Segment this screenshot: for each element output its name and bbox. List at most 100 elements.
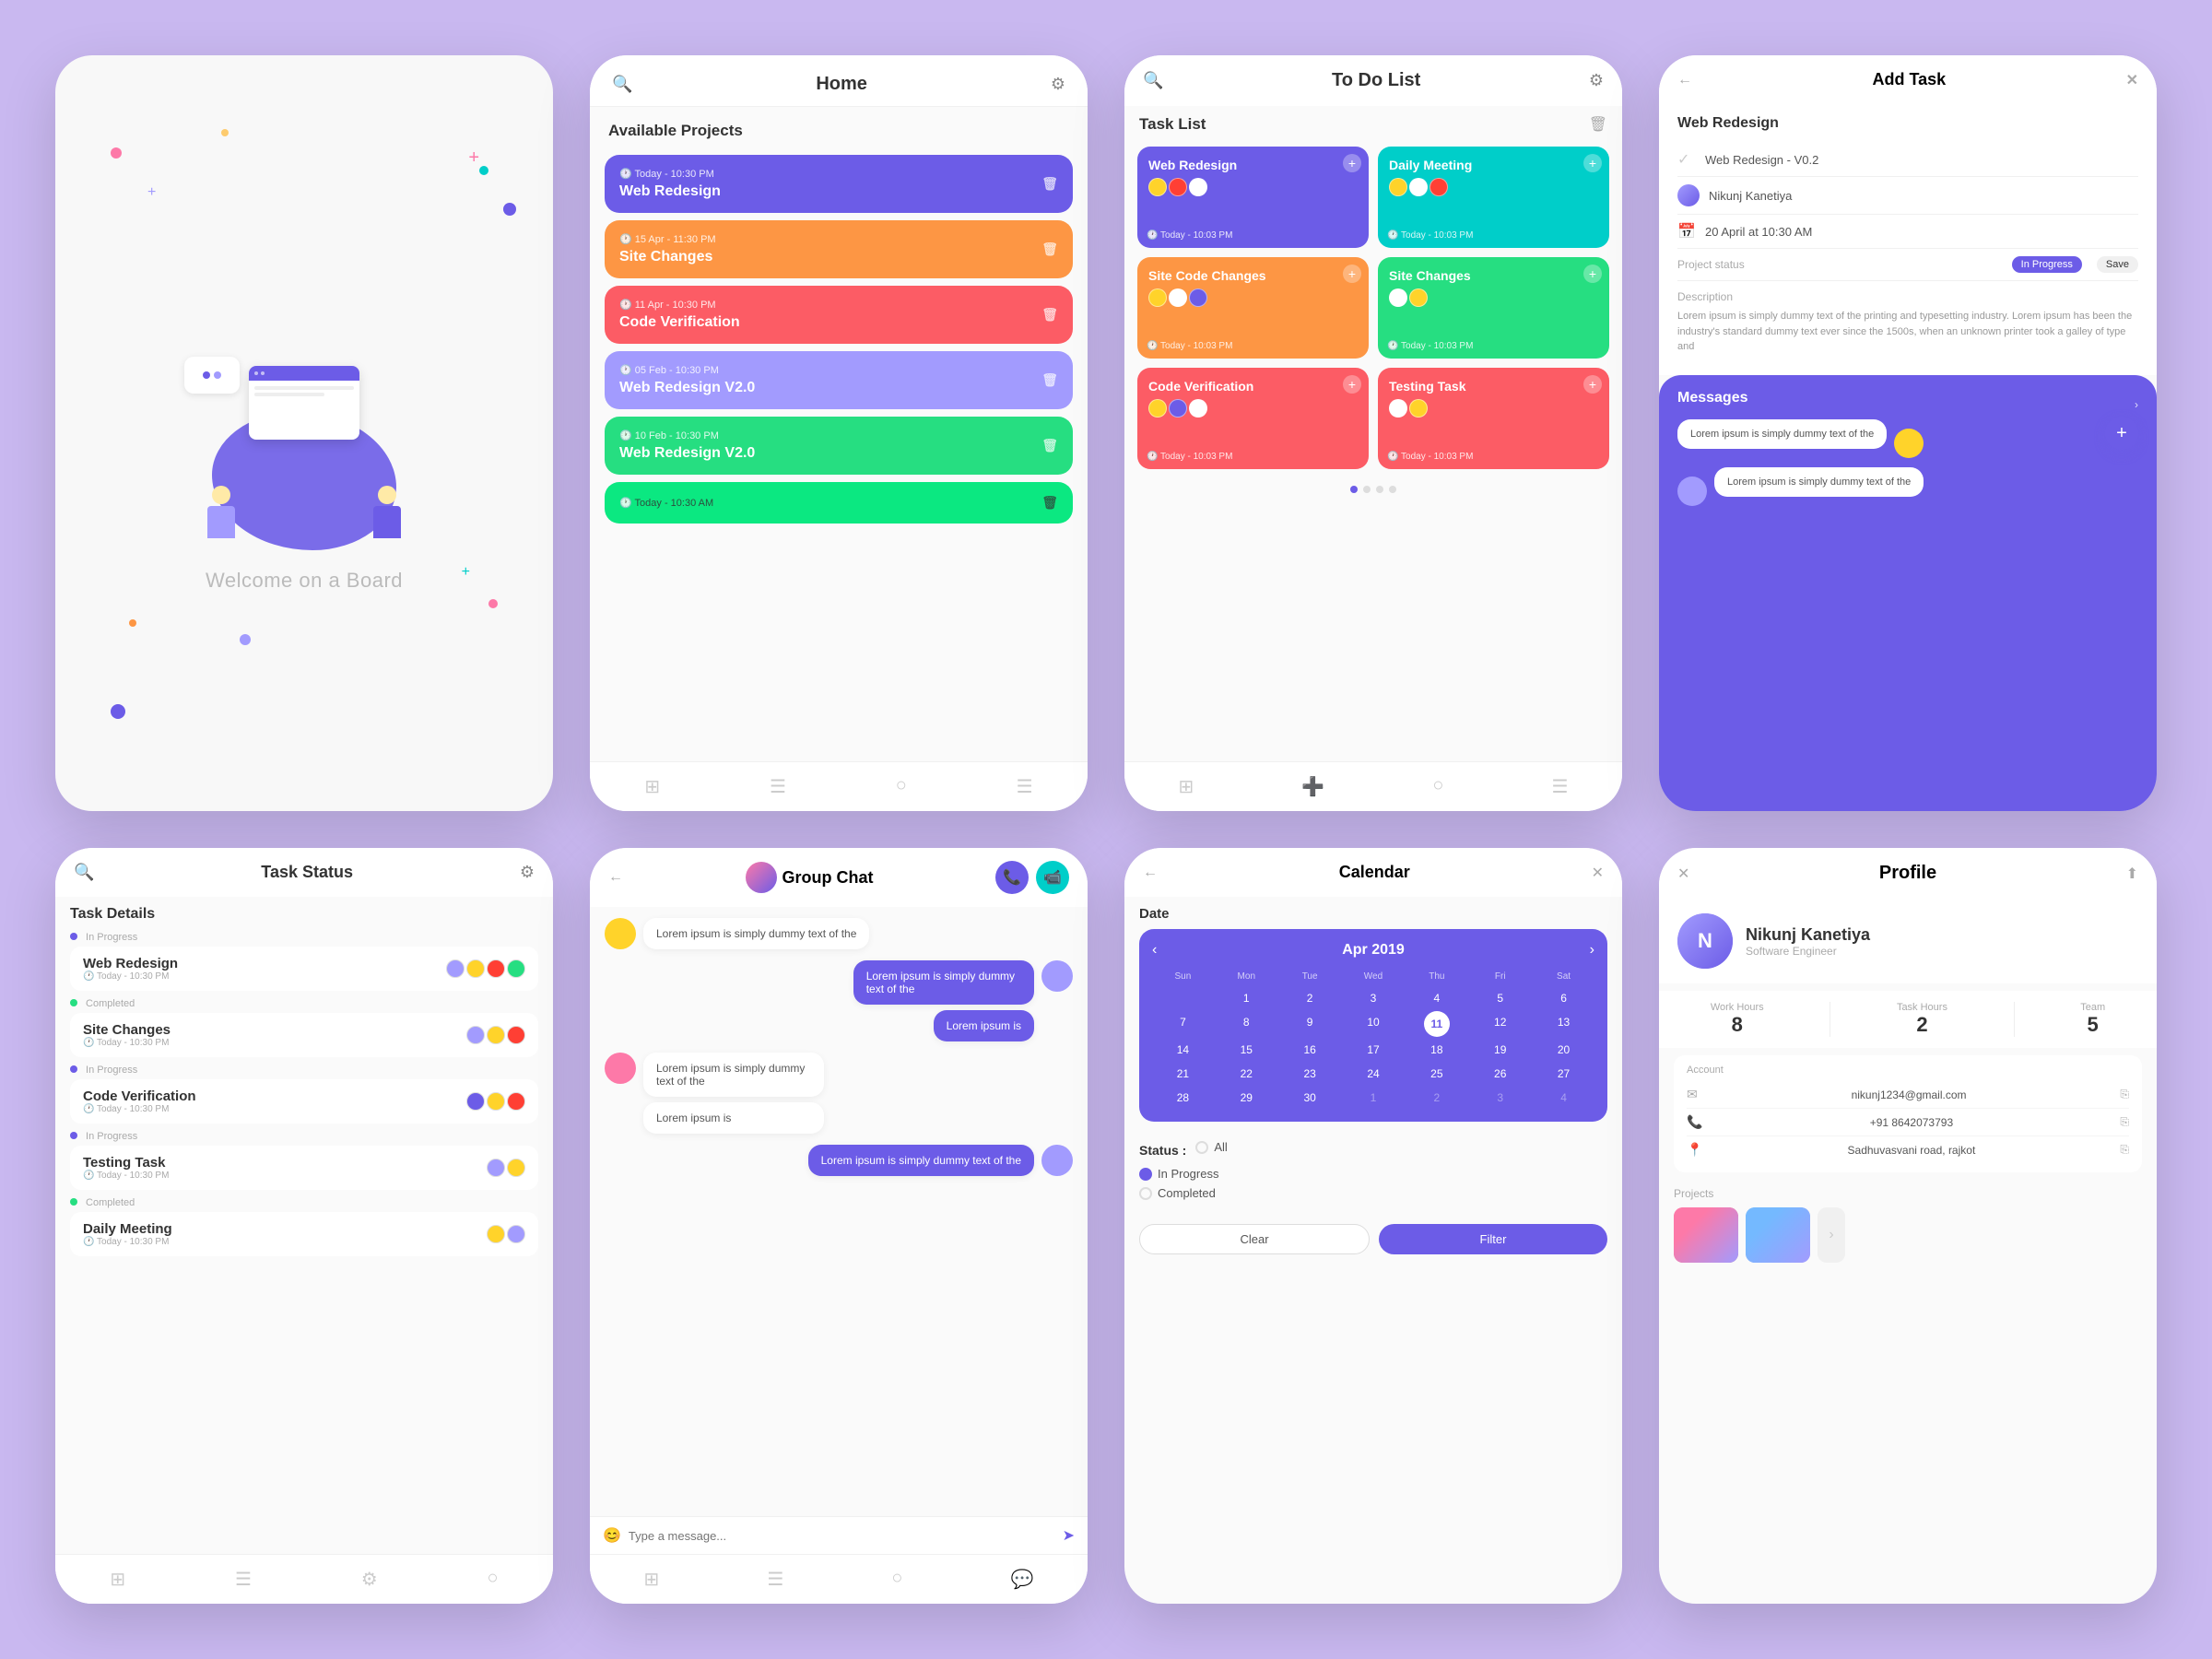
filter-icon[interactable]: ⚙ xyxy=(520,863,535,882)
radio-completed[interactable]: Completed xyxy=(1139,1186,1607,1200)
nav-list[interactable]: ☰ xyxy=(767,1568,783,1591)
nav-grid[interactable]: ⊞ xyxy=(1179,775,1194,798)
cal-day[interactable]: 21 xyxy=(1152,1063,1214,1085)
plus-icon[interactable]: + xyxy=(1583,265,1602,283)
task-card[interactable]: + Daily Meeting 🕐 Today - 10:03 PM xyxy=(1378,147,1609,248)
next-month-btn[interactable]: › xyxy=(1590,942,1594,959)
close-icon[interactable]: ✕ xyxy=(1677,865,1689,883)
call-button[interactable]: 📞 xyxy=(995,861,1029,894)
cal-day[interactable]: 22 xyxy=(1216,1063,1277,1085)
cal-day[interactable]: 16 xyxy=(1279,1039,1341,1061)
nav-menu[interactable]: ☰ xyxy=(1017,775,1033,798)
cal-day[interactable]: 27 xyxy=(1533,1063,1594,1085)
plus-icon[interactable]: + xyxy=(1343,375,1361,394)
cal-day[interactable]: 10 xyxy=(1343,1011,1405,1037)
delete-icon[interactable]: 🗑 xyxy=(1041,438,1058,453)
send-icon[interactable]: ➤ xyxy=(1063,1526,1075,1545)
page-dot[interactable] xyxy=(1389,486,1396,493)
cal-day[interactable]: 20 xyxy=(1533,1039,1594,1061)
filter-icon[interactable]: ⚙ xyxy=(1051,75,1065,94)
radio-icon[interactable] xyxy=(1139,1168,1152,1181)
task-detail-item[interactable]: Testing Task 🕐 Today - 10:30 PM xyxy=(70,1146,538,1190)
nav-settings[interactable]: ⚙ xyxy=(361,1568,378,1591)
radio-icon[interactable] xyxy=(1139,1187,1152,1200)
task-card[interactable]: + Web Redesign 🕐 Today - 10:03 PM xyxy=(1137,147,1369,248)
radio-icon[interactable] xyxy=(1195,1141,1208,1154)
project-item[interactable]: 🕐 Today - 10:30 PM Web Redesign 🗑 xyxy=(605,155,1073,213)
nav-grid[interactable]: ⊞ xyxy=(644,775,660,798)
cal-day[interactable]: 14 xyxy=(1152,1039,1214,1061)
close-icon[interactable]: ✕ xyxy=(2126,71,2138,89)
page-dot[interactable] xyxy=(1376,486,1383,493)
cal-day[interactable]: 18 xyxy=(1406,1039,1467,1061)
cal-day[interactable]: 26 xyxy=(1469,1063,1531,1085)
cal-day[interactable]: 4 xyxy=(1406,987,1467,1009)
delete-icon[interactable]: 🗑 xyxy=(1041,372,1058,388)
cal-day[interactable]: 3 xyxy=(1343,987,1405,1009)
plus-icon[interactable]: + xyxy=(1343,265,1361,283)
radio-all[interactable]: All xyxy=(1195,1140,1227,1154)
status-badge[interactable]: In Progress xyxy=(2012,256,2082,273)
clear-button[interactable]: Clear xyxy=(1139,1224,1370,1254)
back-icon[interactable]: ← xyxy=(1143,865,1158,881)
nav-home[interactable]: ○ xyxy=(891,1568,902,1591)
cal-day-next[interactable]: 4 xyxy=(1533,1087,1594,1109)
search-icon[interactable]: 🔍 xyxy=(74,863,94,882)
task-detail-item[interactable]: Daily Meeting 🕐 Today - 10:30 PM xyxy=(70,1212,538,1256)
nav-list[interactable]: ☰ xyxy=(235,1568,252,1591)
video-button[interactable]: 📹 xyxy=(1036,861,1069,894)
cal-day[interactable]: 23 xyxy=(1279,1063,1341,1085)
cal-day-next[interactable]: 2 xyxy=(1406,1087,1467,1109)
task-card[interactable]: + Testing Task 🕐 Today - 10:03 PM xyxy=(1378,368,1609,469)
cal-day-today[interactable]: 11 xyxy=(1424,1011,1450,1037)
page-dot[interactable] xyxy=(1350,486,1358,493)
task-card[interactable]: + Site Changes 🕐 Today - 10:03 PM xyxy=(1378,257,1609,359)
share-icon[interactable]: ⬆ xyxy=(2126,865,2138,883)
project-item[interactable]: 🕐 11 Apr - 10:30 PM Code Verification 🗑 xyxy=(605,286,1073,344)
filter-icon[interactable]: ⚙ xyxy=(1589,71,1604,90)
project-thumbnail[interactable] xyxy=(1674,1207,1738,1263)
cal-day[interactable]: 15 xyxy=(1216,1039,1277,1061)
delete-icon[interactable]: 🗑 xyxy=(1041,495,1058,511)
task-detail-item[interactable]: Code Verification 🕐 Today - 10:30 PM xyxy=(70,1079,538,1124)
search-icon[interactable]: 🔍 xyxy=(1143,71,1163,90)
nav-grid[interactable]: ⊞ xyxy=(644,1568,660,1591)
nav-menu[interactable]: ○ xyxy=(487,1568,498,1591)
search-icon[interactable]: 🔍 xyxy=(612,75,632,94)
nav-menu[interactable]: ☰ xyxy=(1551,775,1568,798)
cal-day[interactable]: 12 xyxy=(1469,1011,1531,1037)
cal-day[interactable]: 6 xyxy=(1533,987,1594,1009)
copy-icon[interactable]: ⎘ xyxy=(2120,1088,2129,1101)
plus-icon[interactable]: + xyxy=(1343,154,1361,172)
add-button[interactable]: + xyxy=(2105,417,2138,450)
back-icon[interactable]: ← xyxy=(608,869,623,886)
cal-day[interactable]: 7 xyxy=(1152,1011,1214,1037)
page-dot[interactable] xyxy=(1363,486,1371,493)
project-item[interactable]: 🕐 05 Feb - 10:30 PM Web Redesign V2.0 🗑 xyxy=(605,351,1073,409)
cal-day[interactable]: 28 xyxy=(1152,1087,1214,1109)
prev-month-btn[interactable]: ‹ xyxy=(1152,942,1157,959)
save-badge[interactable]: Save xyxy=(2097,256,2138,273)
cal-day[interactable]: 2 xyxy=(1279,987,1341,1009)
task-detail-item[interactable]: Site Changes 🕐 Today - 10:30 PM xyxy=(70,1013,538,1057)
cal-day[interactable]: 13 xyxy=(1533,1011,1594,1037)
more-projects[interactable]: › xyxy=(1818,1207,1845,1263)
cal-day[interactable]: 25 xyxy=(1406,1063,1467,1085)
plus-icon[interactable]: + xyxy=(1583,375,1602,394)
nav-add[interactable]: ➕ xyxy=(1301,775,1324,798)
filter-button[interactable]: Filter xyxy=(1379,1224,1607,1254)
nav-list[interactable]: ☰ xyxy=(770,775,786,798)
nav-grid[interactable]: ⊞ xyxy=(110,1568,125,1591)
task-card[interactable]: + Code Verification 🕐 Today - 10:03 PM xyxy=(1137,368,1369,469)
project-item[interactable]: 🕐 10 Feb - 10:30 PM Web Redesign V2.0 🗑 xyxy=(605,417,1073,475)
nav-home[interactable]: ○ xyxy=(896,775,907,798)
cal-day[interactable]: 8 xyxy=(1216,1011,1277,1037)
trash-icon[interactable]: 🗑 xyxy=(1589,115,1607,134)
back-icon[interactable]: ← xyxy=(1677,72,1692,88)
delete-icon[interactable]: 🗑 xyxy=(1041,176,1058,192)
radio-inprogress[interactable]: In Progress xyxy=(1139,1167,1607,1181)
copy-icon[interactable]: ⎘ xyxy=(2120,1143,2129,1157)
project-item[interactable]: 🕐 Today - 10:30 AM 🗑 xyxy=(605,482,1073,524)
cal-day[interactable]: 19 xyxy=(1469,1039,1531,1061)
project-thumbnail[interactable] xyxy=(1746,1207,1810,1263)
